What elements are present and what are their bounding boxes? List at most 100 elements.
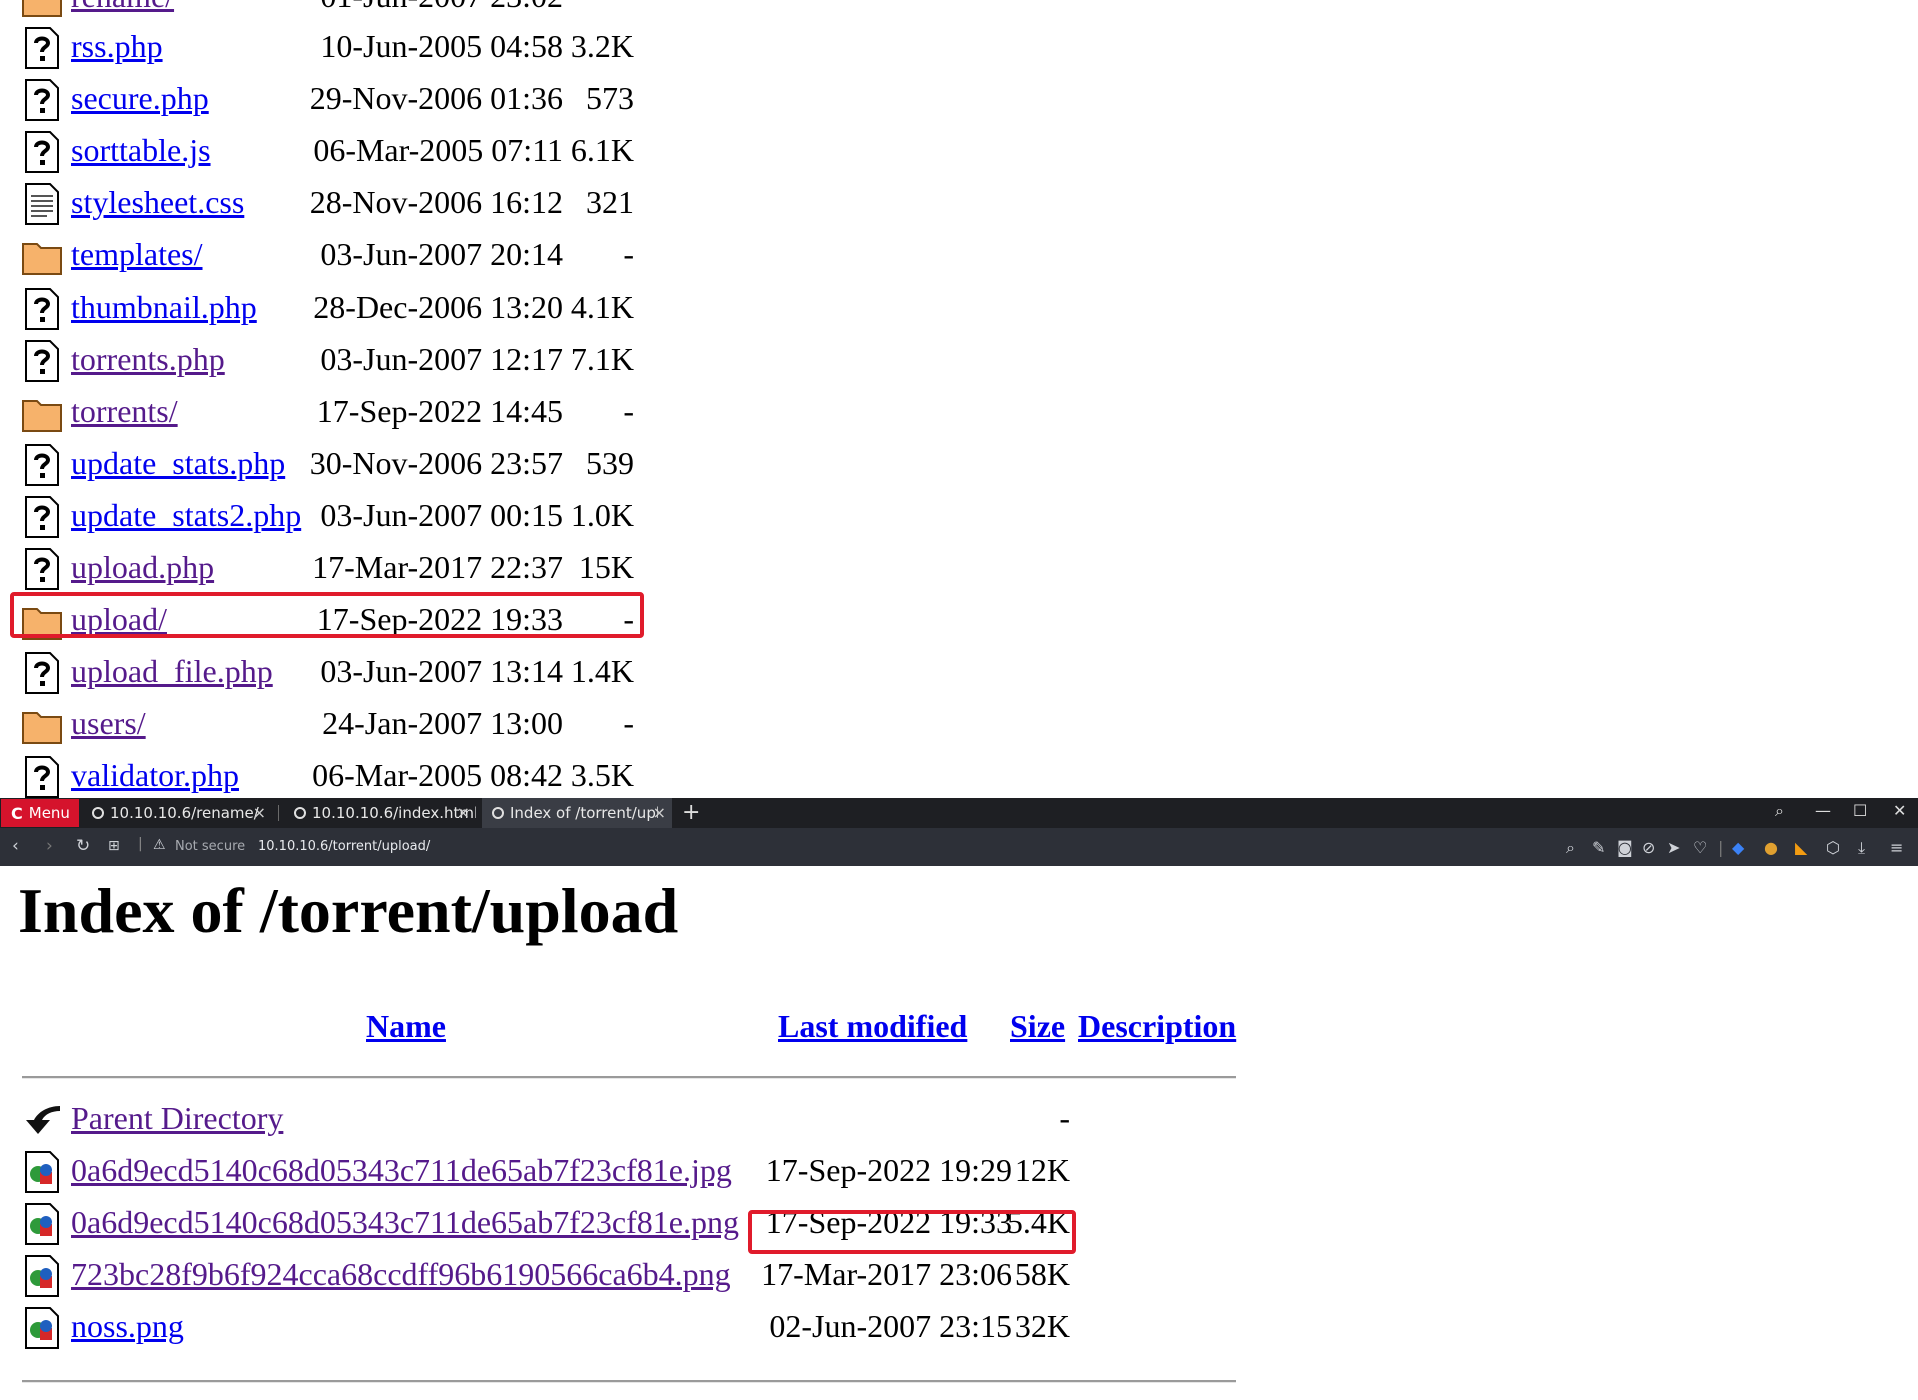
reload-icon[interactable]: ↻ xyxy=(76,836,90,856)
file-link[interactable]: upload_file.php xyxy=(71,653,273,690)
file-date: 17-Mar-2017 22:37 xyxy=(312,549,563,585)
image-file-icon xyxy=(25,1151,59,1193)
close-tab-icon[interactable]: × xyxy=(253,803,266,822)
file-link[interactable]: noss.png xyxy=(71,1308,184,1345)
listing-row: upload.php 17-Mar-2017 22:37 15K xyxy=(0,541,700,593)
tab-bar: C Menu 10.10.10.6/rename/ × 10.10.10.6/i… xyxy=(0,798,1918,828)
file-size: 12K xyxy=(1014,1152,1070,1188)
image-file-icon xyxy=(25,1255,59,1297)
listing-row: thumbnail.php 28-Dec-2006 13:20 4.1K xyxy=(0,281,700,333)
file-size: 1.4K xyxy=(570,653,634,690)
listing-row: secure.php 29-Nov-2006 01:36 573 xyxy=(0,72,700,124)
file-date: 03-Jun-2007 12:17 xyxy=(320,340,563,377)
file-link[interactable]: sorttable.js xyxy=(71,132,211,169)
file-size: 58K xyxy=(1014,1256,1070,1292)
column-header-size[interactable]: Size xyxy=(1010,1008,1065,1045)
heart-icon[interactable]: ♡ xyxy=(1693,838,1707,857)
speed-dial-icon[interactable]: ⊞ xyxy=(108,838,120,854)
listing-row: noss.png 02-Jun-2007 23:15 32K xyxy=(0,1300,1100,1352)
tab-rename[interactable]: 10.10.10.6/rename/ × xyxy=(82,798,272,828)
cookie-icon[interactable]: ● xyxy=(1764,838,1778,857)
back-icon[interactable]: ‹ xyxy=(12,836,19,856)
file-link[interactable]: torrents/ xyxy=(71,393,178,430)
file-link[interactable]: torrents.php xyxy=(71,341,225,378)
file-link[interactable]: rss.php xyxy=(71,28,163,65)
minimize-icon[interactable]: — xyxy=(1815,801,1831,820)
close-tab-icon[interactable]: × xyxy=(457,803,470,822)
tab-torrent-upload[interactable]: Index of /torrent/uplo × xyxy=(482,798,672,828)
edit-icon[interactable]: ✎ xyxy=(1592,838,1605,857)
file-link[interactable]: update_stats.php xyxy=(71,445,285,482)
file-link[interactable]: users/ xyxy=(71,705,146,742)
file-date: 06-Mar-2005 08:42 xyxy=(312,757,563,794)
tab-search-icon[interactable]: ⌕ xyxy=(1775,801,1784,821)
adblock-icon[interactable]: ⊘ xyxy=(1642,838,1655,857)
file-date: 30-Nov-2006 23:57 xyxy=(309,444,563,481)
new-tab-button[interactable]: + xyxy=(682,800,700,825)
close-window-icon[interactable]: ✕ xyxy=(1893,801,1906,820)
unknown-file-icon xyxy=(25,27,59,69)
column-header-last-modified[interactable]: Last modified xyxy=(778,1008,967,1045)
globe-icon xyxy=(294,807,306,819)
folder-icon xyxy=(22,399,62,432)
file-date: 17-Mar-2017 23:06 xyxy=(761,1256,1012,1292)
zoom-search-icon[interactable]: ⌕ xyxy=(1566,838,1575,858)
extension-cube-icon[interactable]: ⬡ xyxy=(1826,838,1840,857)
globe-icon xyxy=(92,807,104,819)
file-size: - xyxy=(623,705,634,742)
file-link[interactable]: rename/ xyxy=(71,0,174,15)
file-size: 32K xyxy=(1014,1308,1070,1344)
file-link[interactable]: validator.php xyxy=(71,757,239,794)
listing-row: upload_file.php 03-Jun-2007 13:14 1.4K xyxy=(0,645,700,697)
hamburger-menu-icon[interactable]: ≡ xyxy=(1890,838,1903,857)
file-date: 17-Sep-2022 19:29 xyxy=(765,1152,1012,1188)
url-field[interactable]: 10.10.10.6/torrent/upload/ xyxy=(258,839,430,854)
file-link[interactable]: Parent Directory xyxy=(71,1100,283,1137)
column-header-description[interactable]: Description xyxy=(1078,1008,1236,1045)
file-link[interactable]: 723bc28f9b6f924cca68ccdff96b6190566ca6b4… xyxy=(71,1256,731,1293)
forward-icon[interactable]: › xyxy=(46,836,53,856)
file-link[interactable]: thumbnail.php xyxy=(71,289,257,326)
file-date: 10-Jun-2005 04:58 xyxy=(320,28,563,64)
file-link[interactable]: stylesheet.css xyxy=(71,184,244,221)
file-link[interactable]: update_stats2.php xyxy=(71,497,301,534)
column-header-name[interactable]: Name xyxy=(366,1008,446,1045)
maximize-icon[interactable]: ☐ xyxy=(1853,801,1867,820)
file-date: 24-Jan-2007 13:00 xyxy=(322,705,563,742)
file-date: 29-Nov-2006 01:36 xyxy=(309,80,563,117)
listing-row: update_stats.php 30-Nov-2006 23:57 539 xyxy=(0,437,700,489)
file-link[interactable]: 0a6d9ecd5140c68d05343c711de65ab7f23cf81e… xyxy=(71,1152,732,1189)
divider xyxy=(22,1380,1236,1383)
file-size: 573 xyxy=(586,80,634,117)
image-file-icon xyxy=(25,1203,59,1245)
download-icon[interactable]: ⤓ xyxy=(1858,838,1865,858)
not-secure-label[interactable]: Not secure xyxy=(175,839,245,854)
file-link[interactable]: 0a6d9ecd5140c68d05343c711de65ab7f23cf81e… xyxy=(71,1204,739,1241)
extension-orange-icon[interactable]: ◣ xyxy=(1795,838,1807,857)
browser-menu-button[interactable]: C Menu xyxy=(1,799,79,827)
page-content: Index of /torrent/upload Name Last modif… xyxy=(0,866,1918,1400)
listing-row: rename/ 01-Jun-2007 23:02 xyxy=(0,0,700,22)
extension-blue-icon[interactable]: ◆ xyxy=(1732,838,1744,857)
unknown-file-icon xyxy=(25,652,59,695)
close-tab-icon[interactable]: × xyxy=(653,803,666,822)
file-link[interactable]: upload.php xyxy=(71,549,214,586)
send-icon[interactable]: ➤ xyxy=(1667,838,1680,857)
tab-index-html[interactable]: 10.10.10.6/index.html × xyxy=(284,798,476,828)
camera-icon[interactable]: ◙ xyxy=(1617,838,1633,857)
unknown-file-icon xyxy=(25,443,59,486)
menu-label: Menu xyxy=(28,804,70,822)
file-link[interactable]: templates/ xyxy=(71,236,203,273)
tab-separator xyxy=(278,805,279,821)
opera-logo-icon: C xyxy=(11,803,23,823)
unknown-file-icon xyxy=(25,131,59,174)
listing-row: Parent Directory - xyxy=(0,1092,1100,1144)
file-size: 7.1K xyxy=(570,340,634,377)
folder-icon xyxy=(22,243,62,276)
file-date: 03-Jun-2007 13:14 xyxy=(320,653,563,690)
unknown-file-icon xyxy=(25,79,59,122)
unknown-file-icon xyxy=(25,756,59,798)
file-size: 3.5K xyxy=(570,757,634,794)
text-file-icon xyxy=(25,183,59,226)
file-link[interactable]: secure.php xyxy=(71,80,209,117)
